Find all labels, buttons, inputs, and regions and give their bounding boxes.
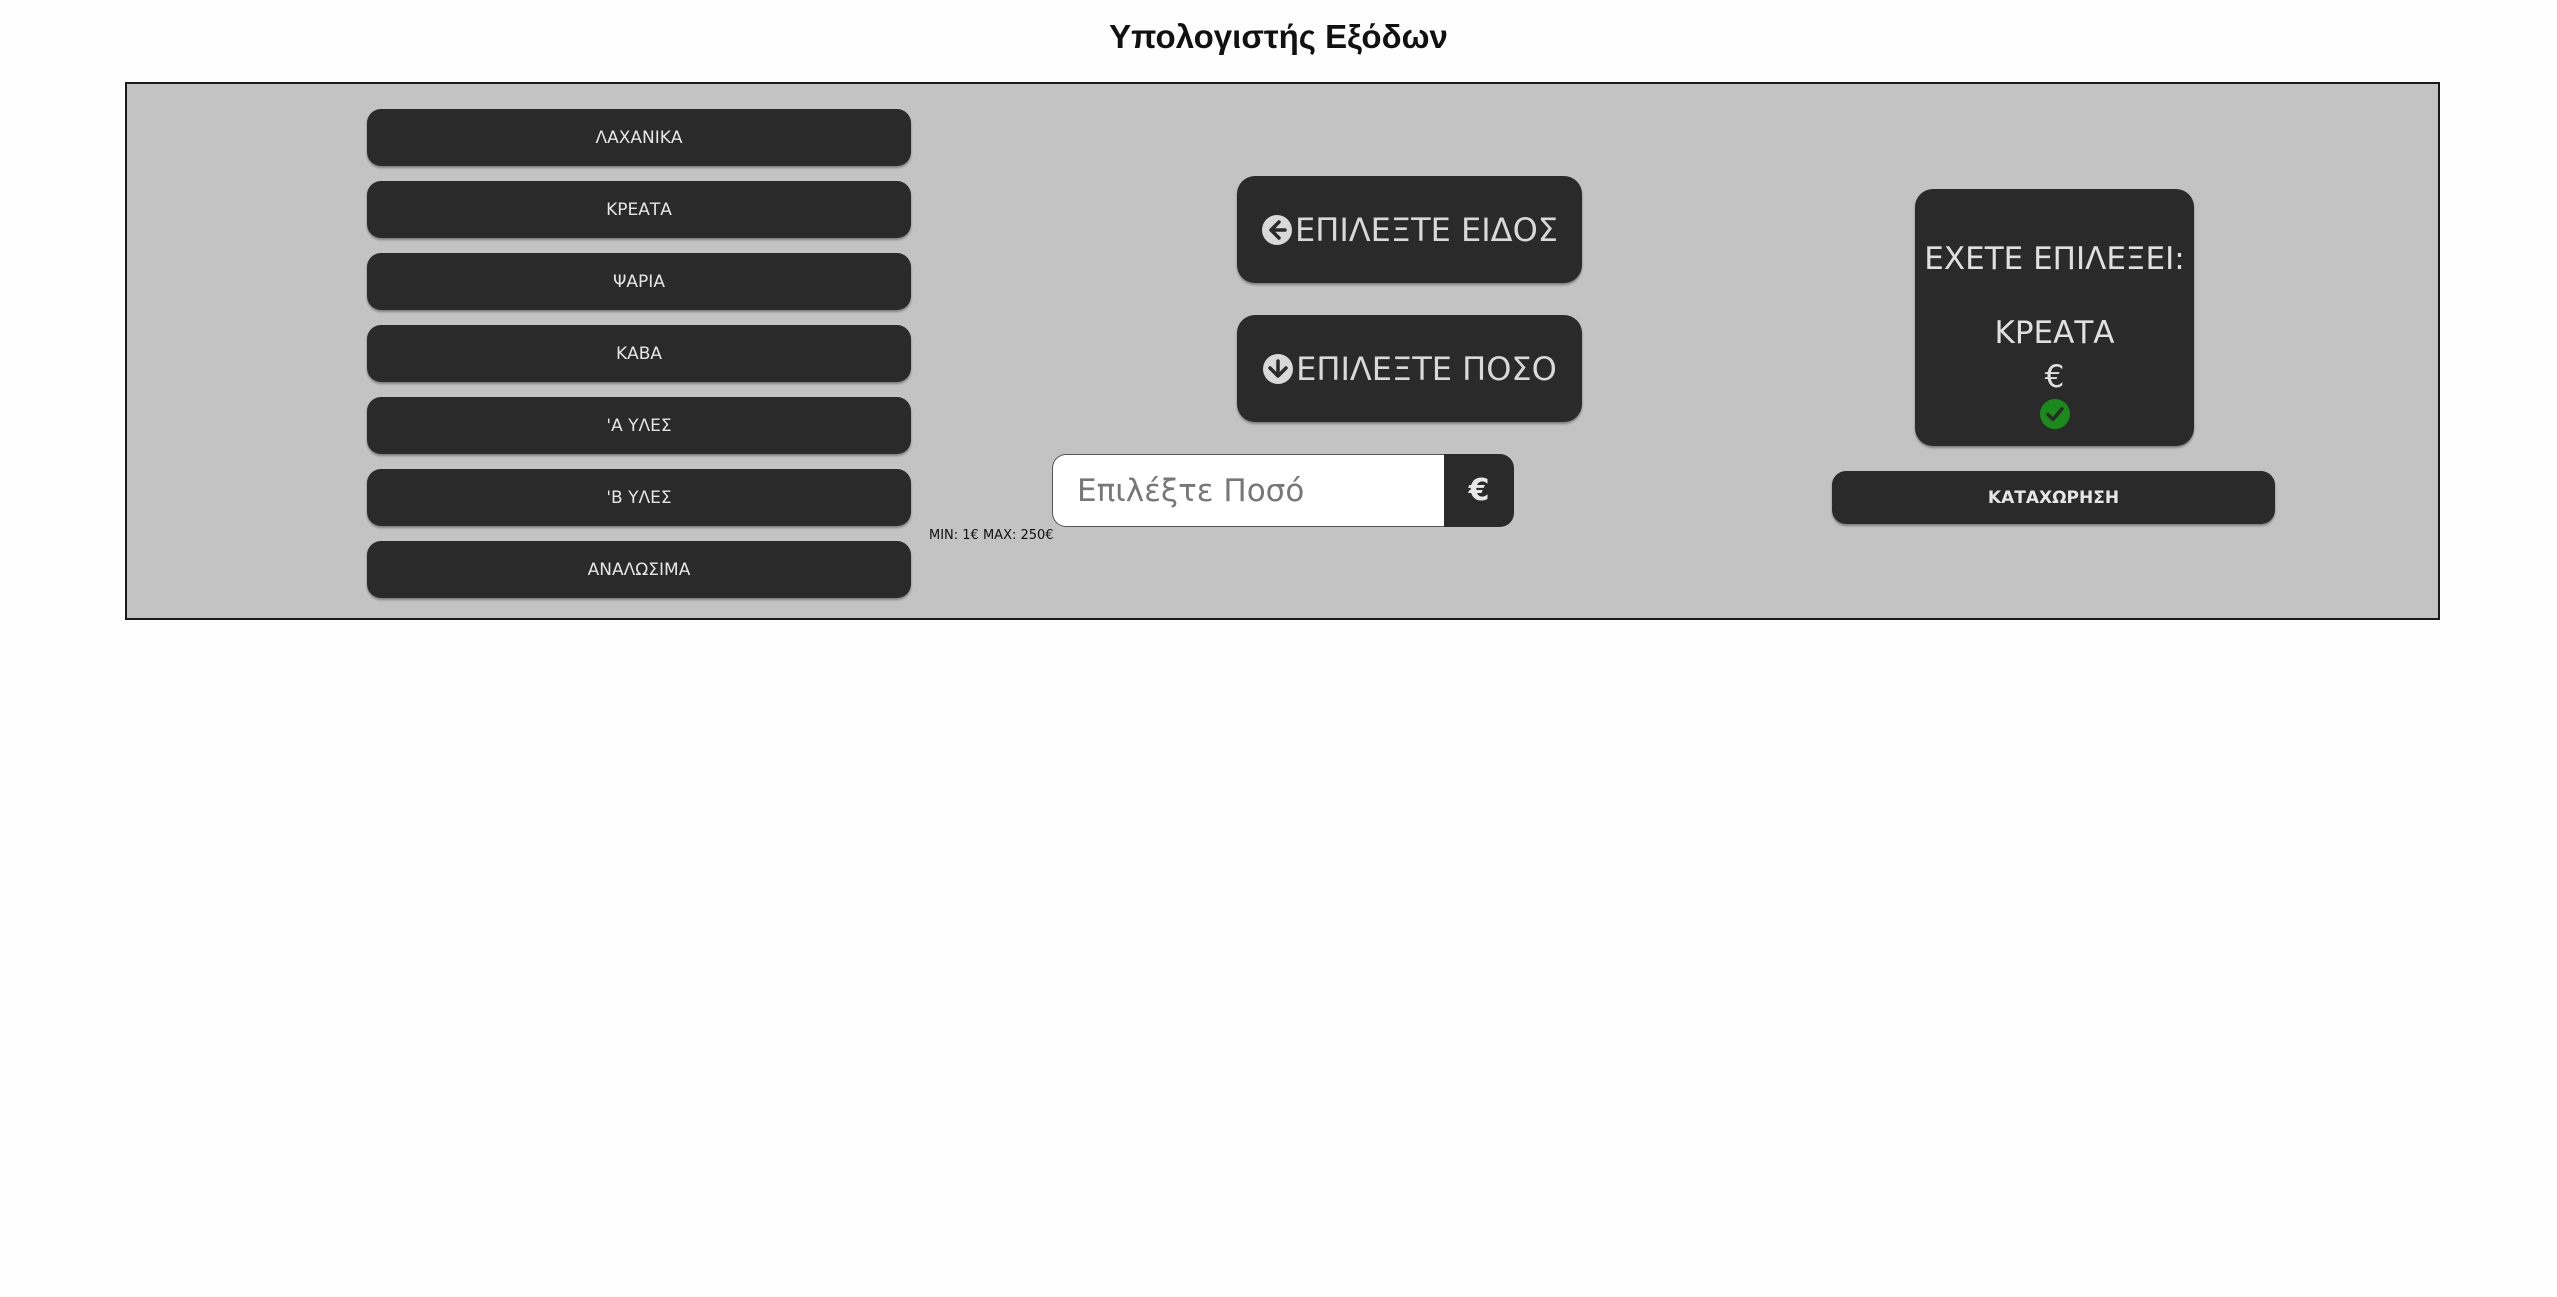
summary-selected-item: ΚΡΕΑΤΑ: [1994, 315, 2115, 351]
amount-limits-text: MIN: 1€ MAX: 250€: [929, 528, 1054, 543]
select-amount-button[interactable]: ΕΠΙΛΕΞΤΕ ΠΟΣΟ: [1237, 315, 1582, 422]
selection-summary-card: ΕΧΕΤΕ ΕΠΙΛΕΞΕΙ: ΚΡΕΑΤΑ €: [1915, 189, 2194, 446]
category-button-kava[interactable]: ΚΑΒΑ: [367, 325, 911, 382]
summary-selected-amount: €: [2044, 359, 2065, 395]
amount-input[interactable]: [1052, 454, 1444, 527]
page-title: Υπολογιστής Εξόδων: [1109, 18, 1448, 55]
category-button-lachanika[interactable]: ΛΑΧΑΝΙΚΑ: [367, 109, 911, 166]
submit-button[interactable]: ΚΑΤΑΧΩΡΗΣΗ: [1832, 471, 2275, 524]
select-type-button[interactable]: ΕΠΙΛΕΞΤΕ ΕΙΔΟΣ: [1237, 176, 1582, 283]
summary-heading: ΕΧΕΤΕ ΕΠΙΛΕΞΕΙ:: [1924, 241, 2185, 277]
euro-addon: €: [1444, 454, 1514, 527]
category-button-psaria[interactable]: ΨΑΡΙΑ: [367, 253, 911, 310]
category-button-analosima[interactable]: ΑΝΑΛΩΣΙΜΑ: [367, 541, 911, 598]
category-button-a-yles[interactable]: 'Α ΥΛΕΣ: [367, 397, 911, 454]
select-type-label: ΕΠΙΛΕΞΤΕ ΕΙΔΟΣ: [1295, 210, 1558, 249]
check-circle-icon: [2040, 399, 2070, 429]
arrow-down-circle-icon: [1263, 353, 1294, 384]
expense-panel: ΛΑΧΑΝΙΚΑ ΚΡΕΑΤΑ ΨΑΡΙΑ ΚΑΒΑ 'Α ΥΛΕΣ 'Β ΥΛ…: [125, 82, 2440, 620]
category-button-kreata[interactable]: ΚΡΕΑΤΑ: [367, 181, 911, 238]
category-button-b-yles[interactable]: 'Β ΥΛΕΣ: [367, 469, 911, 526]
amount-input-group: €: [1052, 454, 1514, 527]
arrow-left-circle-icon: [1262, 214, 1293, 245]
select-amount-label: ΕΠΙΛΕΞΤΕ ΠΟΣΟ: [1296, 349, 1557, 388]
